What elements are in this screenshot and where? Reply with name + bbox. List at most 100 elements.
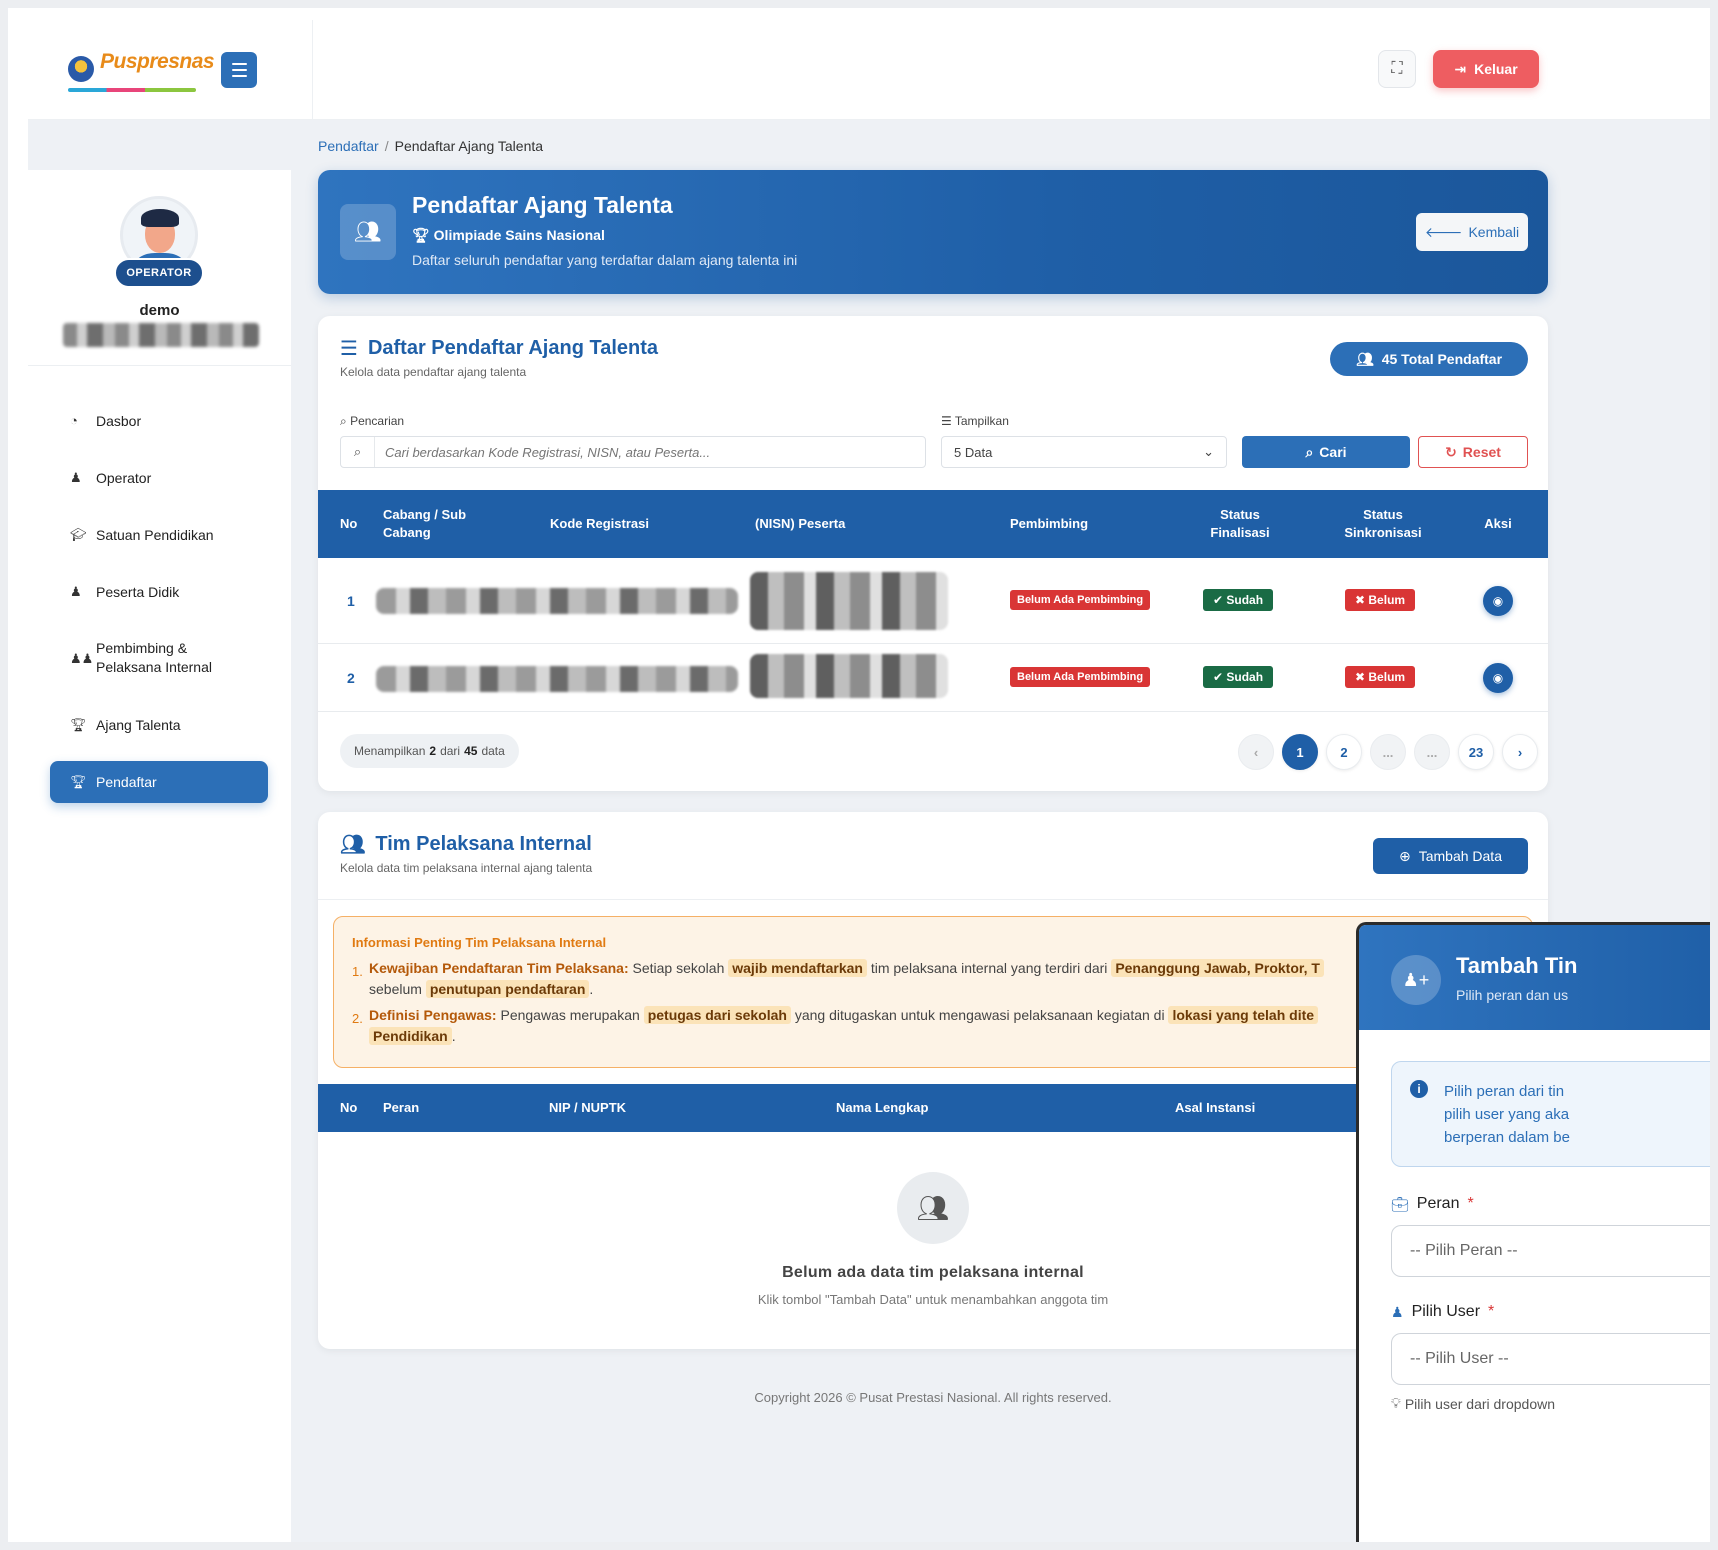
- page-button[interactable]: 23: [1458, 734, 1494, 770]
- users-icon: ♟♟: [70, 650, 94, 666]
- info-alert: Informasi Penting Tim Pelaksana Internal…: [333, 916, 1533, 1068]
- modal-info-alert: i Pilih peran dari tin pilih user yang a…: [1391, 1061, 1710, 1167]
- next-page-button[interactable]: ›: [1502, 734, 1538, 770]
- alert-item: 2. Definisi Pengawas: Pengawas merupakan…: [352, 1005, 1514, 1047]
- users-icon: 👥︎: [897, 1172, 969, 1244]
- user-icon: ♟: [70, 583, 82, 599]
- add-data-button[interactable]: ⊕ Tambah Data: [1373, 838, 1528, 874]
- sidebar: OPERATOR demo ◔ Dasbor ♟ Operator 🎓︎ Sat…: [28, 170, 291, 1542]
- user-hint: 💡︎ Pilih user dari dropdown: [1391, 1395, 1556, 1412]
- back-button[interactable]: 🡐 Kembali: [1416, 213, 1528, 251]
- view-button[interactable]: ◉: [1483, 663, 1513, 693]
- search-icon: ⌕: [340, 414, 351, 428]
- pagination: ‹ 1 2 ... ... 23 ›: [1238, 734, 1538, 770]
- sidebar-item-label: Pembimbing & Pelaksana Internal: [96, 640, 212, 675]
- sidebar-item-dasbor[interactable]: ◔ Dasbor: [50, 392, 268, 449]
- column-header: Nama Lengkap: [836, 1100, 929, 1115]
- table-header: No Cabang / Sub Cabang Kode Registrasi (…: [318, 490, 1548, 558]
- lightbulb-icon: 💡︎: [1391, 1395, 1401, 1411]
- chevron-down-icon: ⌄: [1203, 444, 1214, 459]
- dashboard-icon: ◔: [70, 413, 78, 428]
- trophy-icon: 🏆︎: [412, 227, 434, 243]
- eye-icon: ◉: [1492, 594, 1504, 608]
- page-size-select[interactable]: 5 Data ⌄: [941, 436, 1227, 468]
- user-icon: ♟: [70, 469, 82, 485]
- search-input[interactable]: [375, 437, 925, 467]
- sidebar-nav: ◔ Dasbor ♟ Operator 🎓︎ Satuan Pendidikan…: [50, 392, 268, 803]
- show-label: ☰ Tampilkan: [941, 414, 1009, 428]
- trophy-icon: 🏆︎: [70, 716, 87, 732]
- sidebar-item-satuan-pendidikan[interactable]: 🎓︎ Satuan Pendidikan: [50, 506, 268, 563]
- app-logo[interactable]: Puspresnas: [100, 50, 215, 74]
- card-title: 👥︎ Tim Pelaksana Internal: [340, 833, 592, 856]
- page-header: 👥︎ Pendaftar Ajang Talenta 🏆︎ Olimpiade …: [318, 170, 1548, 294]
- modal-title: Tambah Tin: [1456, 953, 1578, 978]
- graduation-cap-icon: 🎓︎: [70, 526, 87, 542]
- page-ellipsis: ...: [1370, 734, 1406, 770]
- divider: [318, 899, 1548, 900]
- status-badge: ✔ Sudah: [1203, 589, 1274, 611]
- sidebar-item-peserta-didik[interactable]: ♟ Peserta Didik: [50, 563, 268, 620]
- search-button[interactable]: ⌕ Cari: [1242, 436, 1410, 468]
- column-header: Status Sinkronisasi: [1344, 507, 1422, 540]
- reset-button[interactable]: ↻ Reset: [1418, 436, 1528, 468]
- sidebar-item-label: Operator: [96, 469, 152, 486]
- sidebar-item-operator[interactable]: ♟ Operator: [50, 449, 268, 506]
- modal-header: ♟+ Tambah Tin Pilih peran dan us: [1359, 925, 1710, 1030]
- modal-subtitle: Pilih peran dan us: [1456, 987, 1569, 1003]
- eye-icon: ◉: [1492, 671, 1504, 685]
- status-badge: ✖ Belum: [1345, 666, 1416, 688]
- search-label: ⌕ Pencarian: [340, 414, 405, 428]
- column-header: Aksi: [1484, 516, 1512, 531]
- page-button[interactable]: 1: [1282, 734, 1318, 770]
- sidebar-item-label: Pendaftar: [96, 774, 157, 790]
- times-circle-icon: ✖: [1355, 593, 1369, 607]
- table-row: 2 Belum Ada Pembimbing ✔ Sudah ✖ Belum ◉: [318, 644, 1548, 712]
- plus-circle-icon: ⊕: [1398, 847, 1411, 864]
- emblem-icon: [68, 56, 94, 82]
- sidebar-item-label: Satuan Pendidikan: [96, 526, 214, 543]
- redacted-registration: [376, 588, 738, 614]
- prev-page-button[interactable]: ‹: [1238, 734, 1274, 770]
- browser-frame: Puspresnas ⛶ ⇥ Keluar OPERATOR demo ◔ Da…: [0, 0, 1718, 1550]
- total-registrants-badge: 👥︎ 45 Total Pendaftar: [1330, 342, 1528, 376]
- sidebar-item-label: Ajang Talenta: [96, 716, 181, 733]
- breadcrumb: Pendaftar / Pendaftar Ajang Talenta: [318, 138, 544, 154]
- status-badge: Belum Ada Pembimbing: [1010, 590, 1151, 610]
- column-header: Cabang / Sub Cabang: [383, 507, 467, 540]
- top-navbar: Puspresnas ⛶ ⇥ Keluar: [28, 20, 1710, 120]
- page-ellipsis: ...: [1414, 734, 1450, 770]
- breadcrumb-link[interactable]: Pendaftar: [318, 138, 379, 154]
- divider: [28, 365, 291, 366]
- page-subtitle: 🏆︎ Olimpiade Sains Nasional: [412, 227, 605, 243]
- sidebar-item-pembimbing[interactable]: ♟♟ Pembimbing & Pelaksana Internal: [50, 620, 268, 696]
- card-title: ☰ Daftar Pendaftar Ajang Talenta: [340, 337, 658, 360]
- page-title: Pendaftar Ajang Talenta: [412, 192, 673, 218]
- table-row: 1 Belum Ada Pembimbing ✔ Sudah ✖ Belum ◉: [318, 558, 1548, 644]
- view-button[interactable]: ◉: [1483, 586, 1513, 616]
- user-select[interactable]: -- Pilih User --: [1391, 1333, 1710, 1385]
- times-circle-icon: ✖: [1355, 670, 1369, 684]
- info-icon: i: [1410, 1080, 1428, 1098]
- pagination-info: Menampilkan 2 dari 45 data: [340, 734, 519, 768]
- list-icon: ☰: [340, 338, 358, 360]
- sidebar-item-label: Dasbor: [96, 412, 142, 429]
- fullscreen-button[interactable]: ⛶: [1378, 50, 1416, 88]
- redacted-participant: [750, 572, 948, 630]
- alert-item: 1. Kewajiban Pendaftaran Tim Pelaksana: …: [352, 958, 1514, 1000]
- sidebar-toggle-button[interactable]: [221, 52, 257, 88]
- trophy-icon: 🏆︎: [70, 774, 87, 789]
- list-icon: ☰: [941, 414, 955, 428]
- hamburger-icon: [231, 63, 247, 65]
- logout-button[interactable]: ⇥ Keluar: [1433, 50, 1539, 88]
- sidebar-item-ajang-talenta[interactable]: 🏆︎ Ajang Talenta: [50, 696, 268, 753]
- status-badge: ✖ Belum: [1345, 589, 1416, 611]
- row-number: 1: [347, 593, 355, 609]
- column-header: Kode Registrasi: [550, 516, 649, 531]
- sidebar-item-pendaftar[interactable]: 🏆︎ Pendaftar: [50, 761, 268, 803]
- user-label: ♟ Pilih User *: [1391, 1303, 1495, 1320]
- role-select[interactable]: -- Pilih Peran --: [1391, 1225, 1710, 1277]
- column-header: (NISN) Peserta: [755, 516, 846, 531]
- users-icon: 👥︎: [340, 204, 396, 260]
- page-button[interactable]: 2: [1326, 734, 1362, 770]
